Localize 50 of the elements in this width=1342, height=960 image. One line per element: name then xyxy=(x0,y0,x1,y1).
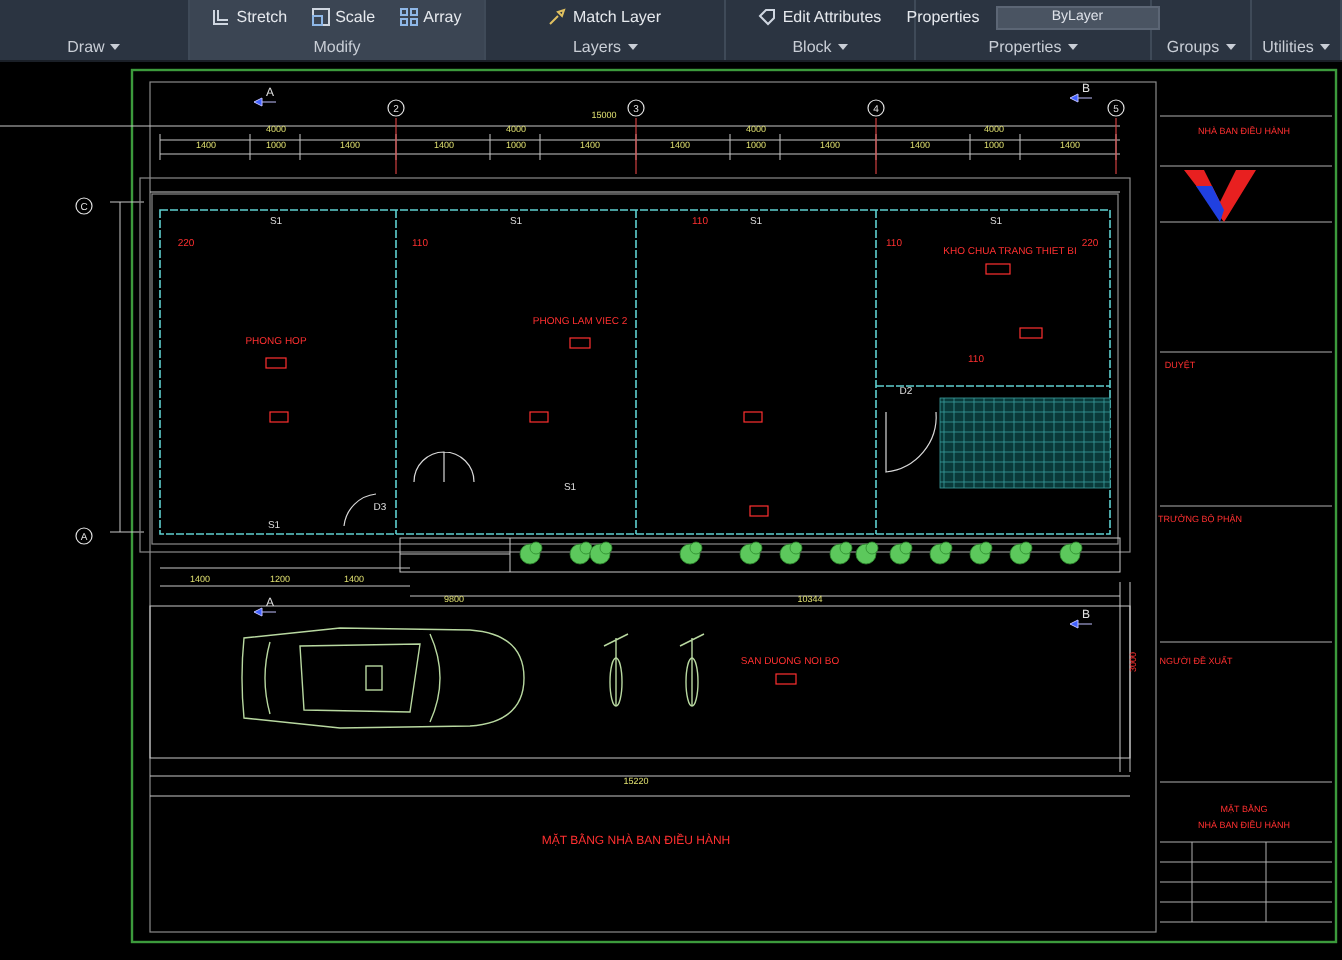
plant-drawing xyxy=(589,541,613,565)
tag-icon xyxy=(758,8,777,26)
panel-title[interactable]: Block xyxy=(792,36,848,56)
attributes-button[interactable]: Edit Attributes xyxy=(754,3,886,31)
caret-icon xyxy=(110,43,121,49)
array-button[interactable]: Array xyxy=(395,3,466,31)
plant-drawing xyxy=(829,541,853,565)
section-arrow-icon xyxy=(1069,93,1093,103)
grid-bubble xyxy=(867,99,885,117)
properties-label: Properties xyxy=(906,8,980,26)
plant-drawing xyxy=(739,541,763,565)
panel-title[interactable]: Modify xyxy=(313,36,361,56)
caret-icon xyxy=(1067,43,1078,49)
plant-drawing xyxy=(855,541,879,565)
company-logo-icon xyxy=(1184,170,1256,222)
array-icon xyxy=(399,8,418,26)
grid-bubble xyxy=(387,99,405,117)
panel-title[interactable]: Draw xyxy=(67,36,121,56)
section-arrow-icon xyxy=(1069,619,1093,629)
caret-icon xyxy=(1319,43,1330,49)
stretch-icon xyxy=(212,8,231,26)
plant-drawing xyxy=(1009,541,1033,565)
plant-drawing xyxy=(889,541,913,565)
section-arrow-icon xyxy=(253,607,277,617)
stretch-button[interactable]: Stretch xyxy=(208,3,292,31)
panel-title[interactable]: Properties xyxy=(988,36,1078,56)
match-button[interactable]: Match Layer xyxy=(544,3,666,31)
grid-bubble xyxy=(1107,99,1125,117)
grid-bubble xyxy=(75,527,93,545)
plant-drawing xyxy=(569,541,593,565)
section-arrow-icon xyxy=(253,97,277,107)
caret-icon xyxy=(1225,43,1236,49)
motorbike-drawing xyxy=(603,633,629,707)
plant-drawing xyxy=(519,541,543,565)
caret-icon xyxy=(627,43,637,49)
motorbike-drawing xyxy=(679,633,705,707)
brush-icon xyxy=(548,8,567,26)
caret-icon xyxy=(837,43,848,49)
scale-button[interactable]: Scale xyxy=(307,3,380,31)
panel-title[interactable]: Layers xyxy=(572,36,637,56)
grid-bubble xyxy=(627,99,645,117)
plant-drawing xyxy=(969,541,993,565)
plant-drawing xyxy=(779,541,803,565)
panel-title[interactable]: Groups xyxy=(1166,36,1236,56)
plant-drawing xyxy=(679,541,703,565)
scale-icon xyxy=(311,8,330,26)
plant-drawing xyxy=(929,541,953,565)
plant-drawing xyxy=(1059,541,1083,565)
grid-bubble xyxy=(75,197,93,215)
panel-title[interactable]: Utilities xyxy=(1262,36,1330,56)
